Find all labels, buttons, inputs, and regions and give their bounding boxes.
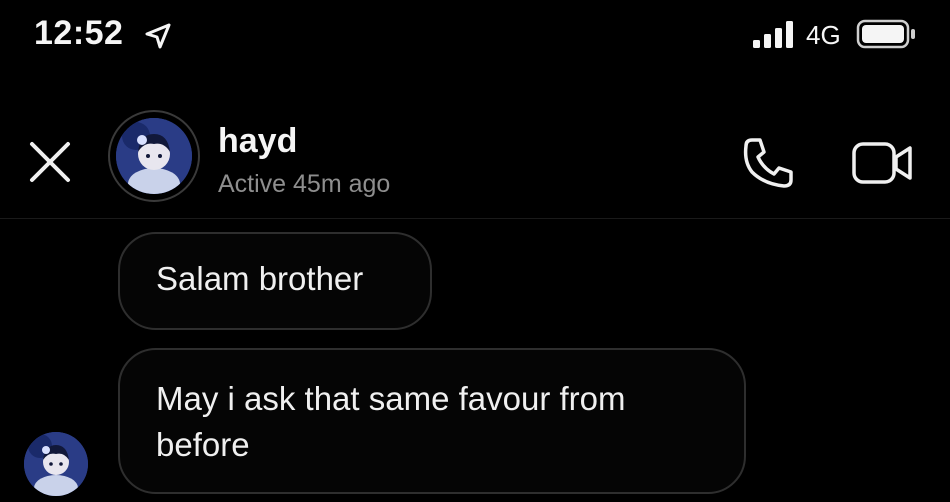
location-arrow-icon xyxy=(142,20,174,52)
battery-icon xyxy=(856,18,918,50)
network-type: 4G xyxy=(806,20,841,50)
contact-name[interactable]: hayd xyxy=(218,122,297,161)
close-button[interactable] xyxy=(24,136,76,188)
avatar xyxy=(24,432,88,496)
message-bubble[interactable]: Salam brother xyxy=(118,232,432,330)
close-icon xyxy=(30,142,70,182)
active-status: Active 45m ago xyxy=(218,170,391,198)
status-time: 12:52 xyxy=(34,14,124,52)
video-call-button[interactable] xyxy=(848,136,918,190)
contact-avatar[interactable] xyxy=(108,110,200,202)
chat-header: hayd Active 45m ago xyxy=(0,100,950,218)
voice-call-button[interactable] xyxy=(738,132,800,194)
message-text: May i ask that same favour from before xyxy=(156,380,626,463)
message-bubble[interactable]: May i ask that same favour from before xyxy=(118,348,746,494)
header-divider xyxy=(0,218,950,219)
sender-avatar[interactable] xyxy=(24,432,88,496)
phone-icon xyxy=(743,138,793,188)
avatar xyxy=(116,118,192,194)
message-text: Salam brother xyxy=(156,260,364,297)
video-camera-icon xyxy=(852,142,912,184)
signal-bars-icon xyxy=(752,20,798,48)
status-bar: 12:52 4G xyxy=(0,0,950,80)
